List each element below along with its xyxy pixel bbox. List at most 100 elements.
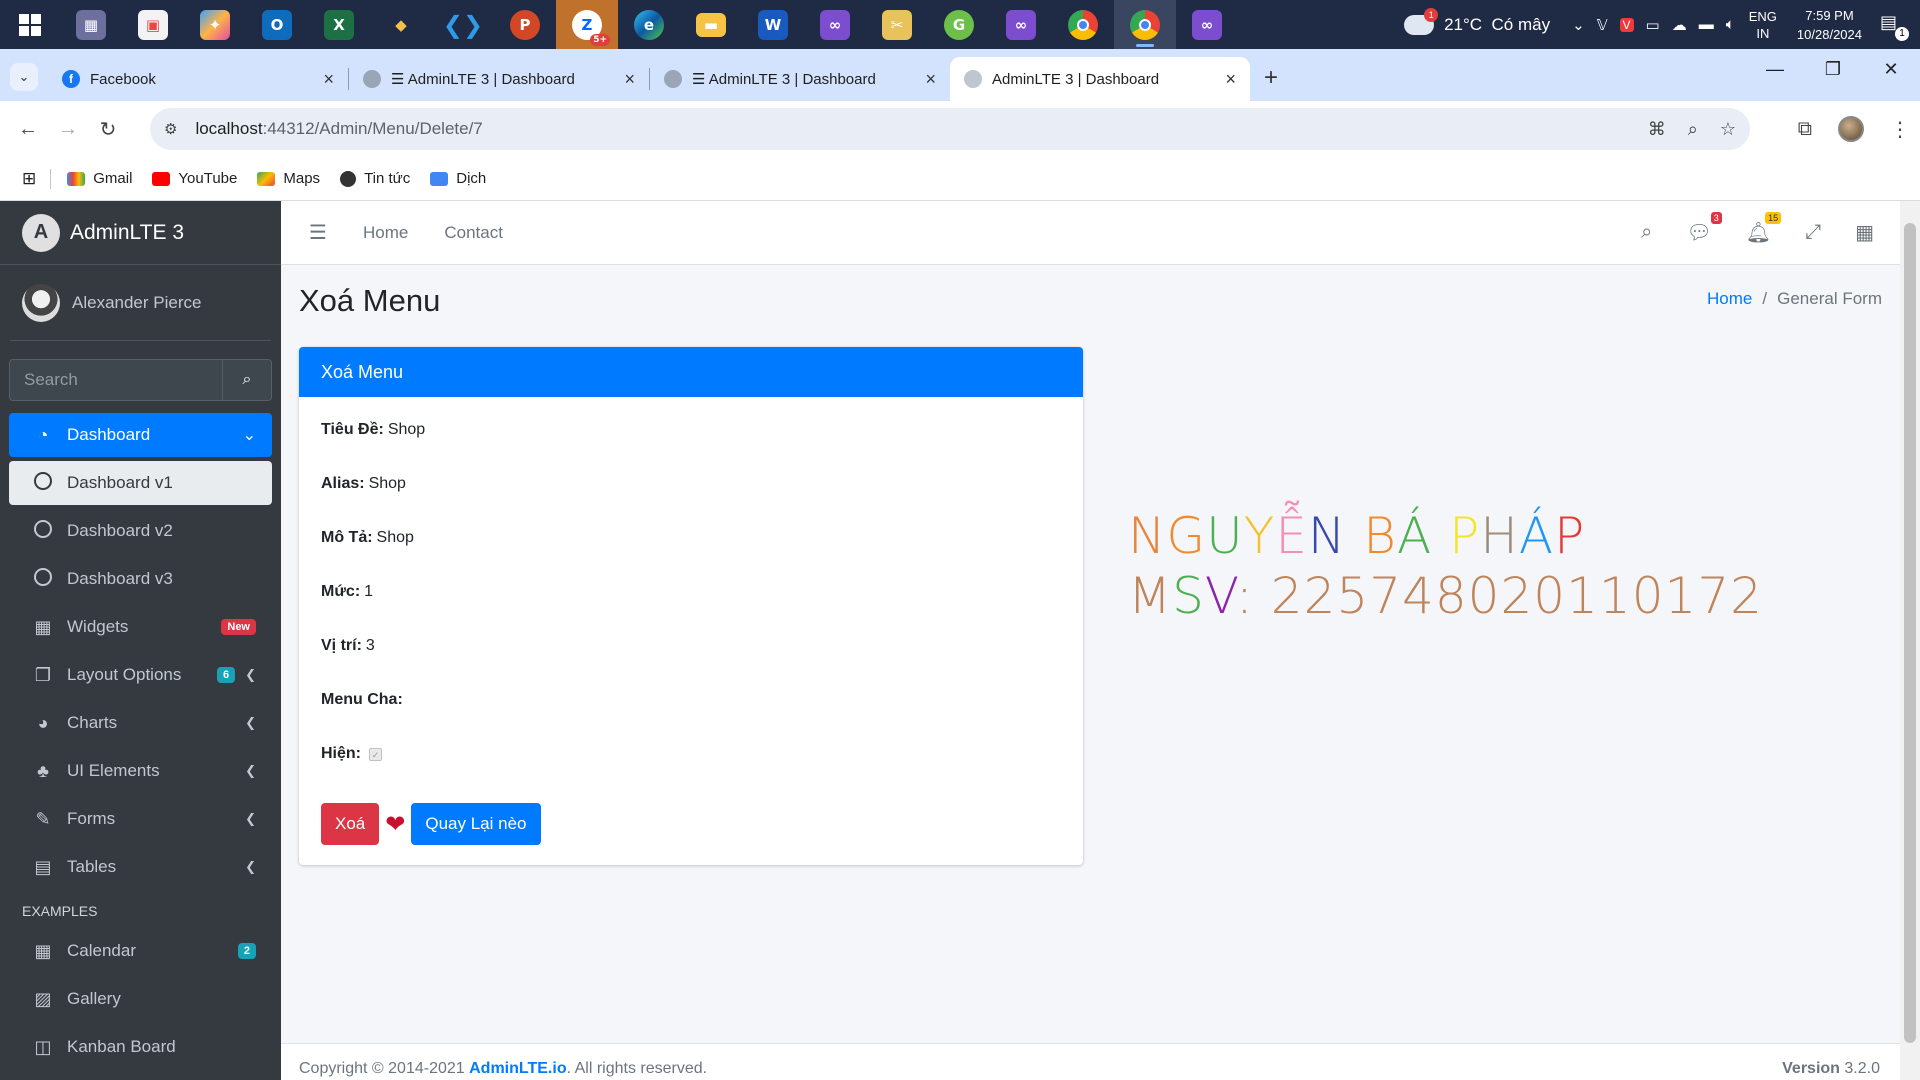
weather-widget[interactable]: 1 21°C Có mây bbox=[1404, 7, 1550, 35]
back-button[interactable]: Quay Lại nèo bbox=[411, 803, 541, 845]
bookmark-gmail[interactable]: Gmail bbox=[67, 170, 132, 187]
taskbar-app-visual-studio-preview-2[interactable]: ∞ bbox=[1176, 0, 1238, 49]
profile-avatar[interactable] bbox=[1838, 116, 1864, 142]
new-tab-button[interactable]: + bbox=[1264, 64, 1278, 92]
taskbar-app-chrome-profile[interactable] bbox=[1114, 0, 1176, 49]
search-icon[interactable]: ⌕ bbox=[1641, 221, 1652, 244]
taskbar-app-outlook[interactable]: O bbox=[246, 0, 308, 49]
taskbar-app-visual-studio-preview[interactable]: ∞ bbox=[990, 0, 1052, 49]
battery-icon[interactable]: ▬ bbox=[1699, 16, 1714, 33]
taskbar-app-excel[interactable]: X bbox=[308, 0, 370, 49]
apps-grid-icon[interactable]: ⊞ bbox=[22, 169, 36, 189]
menu-dots-icon[interactable]: ⋮ bbox=[1890, 117, 1910, 142]
onedrive-cloud-icon[interactable]: ☁ bbox=[1672, 16, 1687, 34]
sidebar-item-dashboard-v2[interactable]: Dashboard v2 bbox=[9, 509, 272, 553]
search-button[interactable]: ⌕ bbox=[222, 359, 272, 401]
taskbar-app-greenshot[interactable]: G bbox=[928, 0, 990, 49]
taskbar-app-powerpoint[interactable]: P bbox=[494, 0, 556, 49]
camera-icon[interactable]: ▭ bbox=[1646, 16, 1660, 34]
vpn-icon[interactable]: 𝕍 bbox=[1597, 16, 1608, 34]
sidebar-item-kanban[interactable]: ◫ Kanban Board bbox=[9, 1025, 272, 1069]
scrollbar-thumb[interactable] bbox=[1904, 223, 1916, 1043]
field-label: Tiêu Đề: bbox=[321, 421, 384, 438]
site-info-icon[interactable]: ⚙ bbox=[164, 120, 177, 138]
tab-adminlte-active[interactable]: AdminLTE 3 | Dashboard × bbox=[950, 57, 1250, 101]
chevron-up-icon[interactable]: ⌄ bbox=[1572, 16, 1585, 34]
vivaldi-icon[interactable]: V bbox=[1619, 17, 1634, 32]
back-icon[interactable]: ← bbox=[8, 118, 48, 141]
sidebar-item-calendar[interactable]: ▦ Calendar 2 bbox=[9, 929, 272, 973]
sidebar-item-dashboard[interactable]: ◔ Dashboard ⌄ bbox=[9, 413, 272, 457]
minimize-icon[interactable]: — bbox=[1746, 49, 1804, 89]
colored-letter: G bbox=[1166, 507, 1207, 565]
taskbar-app-word[interactable]: W bbox=[742, 0, 804, 49]
taskbar-app-explorer[interactable]: ▬ bbox=[680, 0, 742, 49]
sidebar-item-forms[interactable]: ✎ Forms ❮ bbox=[9, 797, 272, 841]
breadcrumb-home[interactable]: Home bbox=[1707, 289, 1752, 308]
bookmark-youtube[interactable]: YouTube bbox=[152, 170, 237, 187]
start-button[interactable] bbox=[0, 0, 60, 49]
page-scrollbar[interactable] bbox=[1900, 201, 1920, 1080]
clock[interactable]: 7:59 PM 10/28/2024 bbox=[1797, 6, 1862, 44]
notification-center-icon[interactable]: ▤ 1 bbox=[1880, 12, 1909, 41]
brand-link[interactable]: A AdminLTE 3 bbox=[0, 201, 281, 265]
bookmark-translate[interactable]: Dịch bbox=[430, 170, 486, 187]
bookmark-maps[interactable]: Maps bbox=[257, 170, 320, 187]
taskbar-app-snipping[interactable]: ✂ bbox=[866, 0, 928, 49]
tab-adminlte-1[interactable]: ☰ AdminLTE 3 | Dashboard × bbox=[349, 57, 649, 101]
sidebar-item-dashboard-v1[interactable]: Dashboard v1 bbox=[9, 461, 272, 505]
sidebar-item-widgets[interactable]: ▦ Widgets New bbox=[9, 605, 272, 649]
sidebar-item-layout-options[interactable]: ❐ Layout Options 6 ❮ bbox=[9, 653, 272, 697]
close-icon[interactable]: × bbox=[323, 69, 334, 90]
sidebar-item-tables[interactable]: ▤ Tables ❮ bbox=[9, 845, 272, 889]
sidebar-item-dashboard-v3[interactable]: Dashboard v3 bbox=[9, 557, 272, 601]
taskbar-app-copilot[interactable]: ✦ bbox=[184, 0, 246, 49]
maximize-icon[interactable]: ❐ bbox=[1804, 49, 1862, 89]
close-icon[interactable]: × bbox=[1225, 69, 1236, 90]
footer-link[interactable]: AdminLTE.io bbox=[469, 1060, 566, 1077]
tab-search-button[interactable]: ⌄ bbox=[10, 63, 38, 91]
bookmark-star-icon[interactable]: ☆ bbox=[1720, 119, 1736, 140]
messages-icon[interactable]: 💬︎ 3 bbox=[1686, 212, 1722, 245]
bell-icon[interactable]: 🔔︎ 15 bbox=[1746, 212, 1782, 245]
taskbar-app-ms-store[interactable]: ▣ bbox=[122, 0, 184, 49]
taskbar-app-vscode[interactable]: ❮❯ bbox=[432, 0, 494, 49]
nav-link-contact[interactable]: Contact bbox=[444, 223, 503, 243]
tab-adminlte-2[interactable]: ☰ AdminLTE 3 | Dashboard × bbox=[650, 57, 950, 101]
sidebar-item-gallery[interactable]: ▨ Gallery bbox=[9, 977, 272, 1021]
forward-icon[interactable]: → bbox=[48, 118, 88, 141]
close-window-icon[interactable]: ✕ bbox=[1862, 49, 1920, 89]
reload-icon[interactable]: ↻ bbox=[88, 117, 128, 142]
sidebar-item-charts[interactable]: ◕ Charts ❮ bbox=[9, 701, 272, 745]
colored-letter: P bbox=[1449, 507, 1481, 565]
sidebar-item-ui-elements[interactable]: ♣ UI Elements ❮ bbox=[9, 749, 272, 793]
tab-facebook[interactable]: f Facebook × bbox=[48, 57, 348, 101]
language-indicator[interactable]: ENG IN bbox=[1749, 8, 1777, 42]
close-icon[interactable]: × bbox=[624, 69, 635, 90]
weather-temp: 21°C bbox=[1444, 14, 1483, 34]
hamburger-menu-icon[interactable]: ☰ bbox=[309, 220, 329, 245]
close-icon[interactable]: × bbox=[925, 69, 936, 90]
sidebar-search-input[interactable]: Search bbox=[9, 359, 222, 401]
volume-icon[interactable]: 🔈︎ bbox=[1726, 16, 1735, 33]
bookmark-news[interactable]: Tin tức bbox=[340, 170, 410, 187]
taskbar-app-store[interactable]: ▦ bbox=[60, 0, 122, 49]
taskbar-app-chrome[interactable] bbox=[1052, 0, 1114, 49]
user-panel[interactable]: Alexander Pierce bbox=[10, 265, 271, 341]
extensions-icon[interactable]: ⧉ bbox=[1798, 118, 1812, 141]
copy-icon: ❐ bbox=[34, 664, 52, 685]
address-bar[interactable]: ⚙ localhost:44312/Admin/Menu/Delete/7 ⌘ … bbox=[150, 108, 1750, 150]
delete-button[interactable]: Xoá bbox=[321, 803, 380, 845]
fullscreen-icon[interactable]: ⤢ bbox=[1805, 221, 1821, 244]
chrome-icon bbox=[1068, 9, 1098, 40]
zoom-icon[interactable]: ⌕ bbox=[1688, 119, 1698, 140]
taskbar-app-zalo[interactable]: Z 5+ bbox=[556, 0, 618, 49]
nav-right: 6 ❮ bbox=[216, 667, 256, 683]
taskbar-app-git[interactable]: ◆ bbox=[370, 0, 432, 49]
taskbar-app-visual-studio[interactable]: ∞ bbox=[804, 0, 866, 49]
control-sidebar-icon[interactable]: ▦ bbox=[1855, 220, 1874, 245]
taskbar-app-edge[interactable]: e bbox=[618, 0, 680, 49]
translate-icon[interactable]: ⌘ bbox=[1648, 119, 1666, 140]
nav-link-home[interactable]: Home bbox=[363, 223, 408, 243]
chrome-profile-icon bbox=[1130, 9, 1160, 40]
